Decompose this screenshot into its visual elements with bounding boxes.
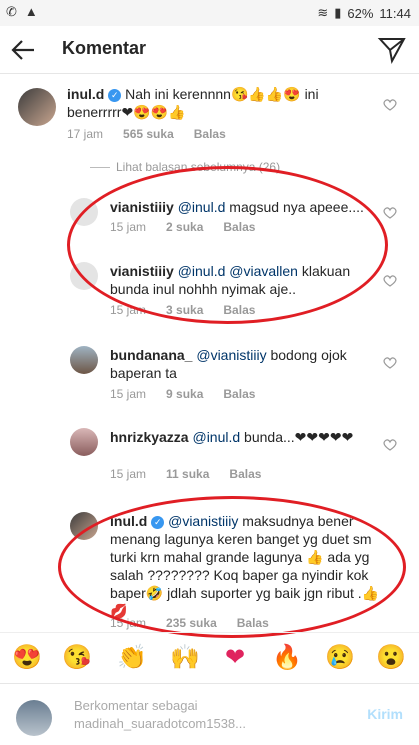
warning-icon: ▲ xyxy=(24,4,38,19)
like-heart-icon[interactable] xyxy=(383,274,397,288)
status-bar: ✆ ▲ ≋ ▮ 62% 11:44 xyxy=(0,0,419,26)
back-arrow-icon[interactable] xyxy=(8,34,40,66)
reply-button[interactable]: Balas xyxy=(223,387,255,401)
battery-level: 62% xyxy=(347,5,374,21)
comment-time: 15 jam xyxy=(110,467,147,481)
reply-button[interactable]: Balas xyxy=(229,467,261,481)
app-bar: Komentar xyxy=(0,26,419,74)
like-heart-icon[interactable] xyxy=(383,98,397,112)
comment-text: bunda...❤❤❤❤❤ xyxy=(240,429,354,445)
heart-emoji-button[interactable]: ❤ xyxy=(220,643,250,673)
avatar[interactable] xyxy=(70,428,98,456)
annotation-ellipse xyxy=(67,166,388,324)
comment-input[interactable]: Berkomentar sebagai madinah_suaradotcom1… xyxy=(74,697,246,733)
reply-comment: hnrizkyazza @inul.d bunda...❤❤❤❤❤ 15 jam… xyxy=(0,426,419,486)
whatsapp-icon: ✆ xyxy=(6,4,17,19)
verified-badge-icon: ✓ xyxy=(108,89,122,102)
comment-username[interactable]: bundanana_ xyxy=(110,347,192,363)
comment-input-bar: Berkomentar sebagai madinah_suaradotcom1… xyxy=(0,683,419,745)
comment-time: 17 jam xyxy=(67,127,104,141)
clock: 11:44 xyxy=(379,5,411,21)
reply-button[interactable]: Balas xyxy=(194,127,226,141)
comment-text: Nah ini kerennnn😘👍👍😍 ini benerrrrr❤😍😍👍 xyxy=(67,86,319,120)
comment-time: 15 jam xyxy=(110,387,147,401)
mention-link[interactable]: @inul.d xyxy=(192,429,240,445)
raised-hands-emoji-button[interactable]: 🙌 xyxy=(170,643,200,673)
like-heart-icon[interactable] xyxy=(383,438,397,452)
annotation-ellipse xyxy=(58,496,406,638)
emoji-quick-bar: 😍 😘 👏 🙌 ❤ 🔥 😢 😮 xyxy=(0,632,419,680)
mention-link[interactable]: @vianistiiiy xyxy=(196,347,266,363)
post-button[interactable]: Kirim xyxy=(367,706,403,722)
wifi-icon: ≋ xyxy=(317,5,329,20)
fire-emoji-button[interactable]: 🔥 xyxy=(272,643,302,673)
crying-emoji-button[interactable]: 😢 xyxy=(325,643,355,673)
comment-likes[interactable]: 9 suka xyxy=(166,387,203,401)
reply-comment: bundanana_ @vianistiiiy bodong ojok bape… xyxy=(0,344,419,404)
like-heart-icon[interactable] xyxy=(383,206,397,220)
comment-likes[interactable]: 11 suka xyxy=(166,467,209,481)
avatar[interactable] xyxy=(70,346,98,374)
comment-username[interactable]: hnrizkyazza xyxy=(110,429,189,445)
like-heart-icon[interactable] xyxy=(383,356,397,370)
surprised-emoji-button[interactable]: 😮 xyxy=(376,643,406,673)
heart-eyes-emoji-button[interactable]: 😍 xyxy=(12,643,42,673)
comment-username[interactable]: inul.d xyxy=(67,86,104,102)
page-title: Komentar xyxy=(62,38,147,58)
main-comment: inul.d ✓ Nah ini kerennnn😘👍👍😍 ini benerr… xyxy=(0,82,419,146)
direct-send-icon[interactable] xyxy=(377,35,407,65)
kiss-emoji-button[interactable]: 😘 xyxy=(62,643,92,673)
my-avatar xyxy=(16,700,52,736)
divider xyxy=(90,166,110,168)
avatar[interactable] xyxy=(18,88,56,126)
clap-emoji-button[interactable]: 👏 xyxy=(117,643,147,673)
signal-icon: ▮ xyxy=(334,5,342,20)
comment-likes[interactable]: 565 suka xyxy=(123,127,174,141)
